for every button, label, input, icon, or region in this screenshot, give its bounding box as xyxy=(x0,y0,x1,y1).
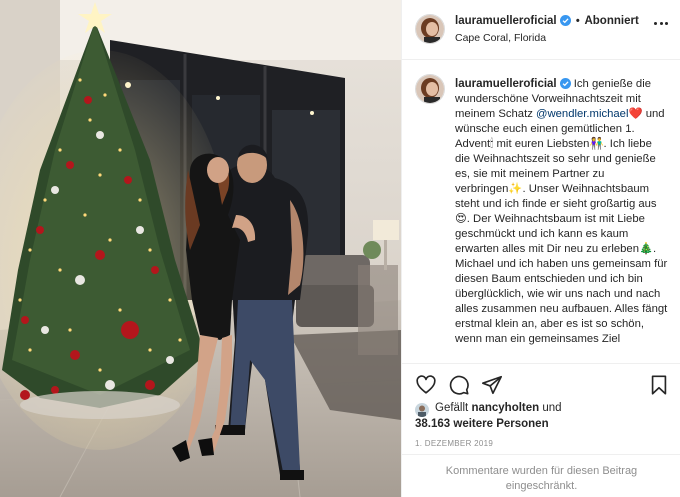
caption-mention-link[interactable]: @wendler.michael xyxy=(536,108,628,120)
author-avatar[interactable] xyxy=(415,14,445,44)
likes-summary: Gefällt nancyholten und 38.163 weitere P… xyxy=(415,400,675,432)
photo-image xyxy=(0,0,401,497)
more-options-icon[interactable] xyxy=(654,22,668,26)
post-side-panel: lauramuelleroficial • Abonniert Cape Cor… xyxy=(401,0,680,497)
heart-icon[interactable] xyxy=(415,374,437,396)
caption-username[interactable]: lauramuelleroficial xyxy=(455,78,557,90)
bookmark-icon[interactable] xyxy=(648,374,670,396)
separator-dot: • xyxy=(575,15,580,27)
likes-prefix: Gefällt xyxy=(435,402,472,414)
verified-badge-icon xyxy=(559,15,571,26)
comment-icon[interactable] xyxy=(448,374,470,396)
verified-badge-icon xyxy=(559,78,571,89)
post-date[interactable]: 1. DEZEMBER 2019 xyxy=(415,439,493,448)
comments-disabled-notice: Kommentare wurden für diesen Beitrag ein… xyxy=(402,454,680,497)
liker-username[interactable]: nancyholten xyxy=(471,402,539,414)
post-photo[interactable] xyxy=(0,0,401,497)
caption-section: lauramuelleroficial Ich genieße die wund… xyxy=(402,61,680,363)
author-username-text[interactable]: lauramuelleroficial xyxy=(455,15,557,27)
author-username[interactable]: lauramuelleroficial • Abonniert xyxy=(455,15,639,27)
post-location[interactable]: Cape Coral, Florida xyxy=(455,32,546,44)
liker-avatar[interactable] xyxy=(415,403,429,417)
share-icon[interactable] xyxy=(481,374,503,396)
caption-text: lauramuelleroficial Ich genieße die wund… xyxy=(455,77,669,347)
likes-count-link[interactable]: 38.163 weitere Personen xyxy=(415,418,549,430)
likes-connector: und xyxy=(539,402,562,414)
caption-body-rest: ❤️ und wünsche euch einen gemütlichen 1.… xyxy=(455,108,668,345)
caption-author-avatar[interactable] xyxy=(415,74,445,104)
post-header: lauramuelleroficial • Abonniert Cape Cor… xyxy=(402,0,680,60)
follow-status-button[interactable]: Abonniert xyxy=(584,15,638,27)
